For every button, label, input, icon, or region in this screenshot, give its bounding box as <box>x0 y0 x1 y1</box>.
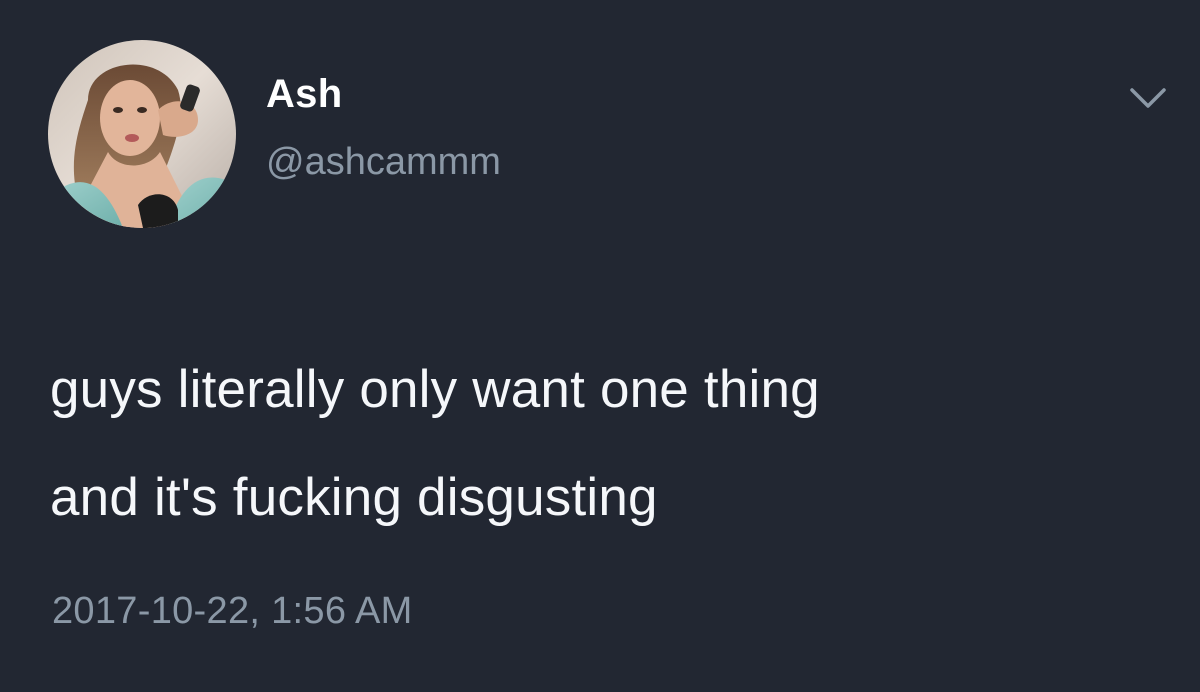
tweet-text-line: guys literally only want one thing <box>50 360 820 419</box>
tweet-timestamp[interactable]: 2017-10-22, 1:56 AM <box>52 592 413 630</box>
tweet-text-line: and it's fucking disgusting <box>50 468 658 527</box>
display-name[interactable]: Ash <box>266 74 342 114</box>
avatar-image <box>48 40 236 228</box>
user-handle[interactable]: @ashcammm <box>266 143 501 181</box>
chevron-down-icon[interactable] <box>1124 80 1172 116</box>
avatar[interactable] <box>48 40 236 228</box>
tweet-card: Ash @ashcammm guys literally only want o… <box>0 0 1200 692</box>
tweet-text: guys literally only want one thing and i… <box>50 336 820 552</box>
